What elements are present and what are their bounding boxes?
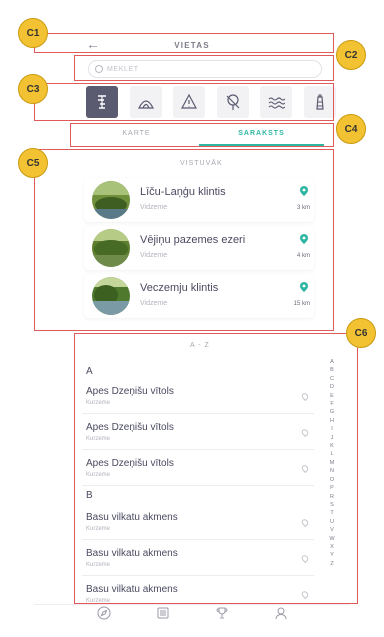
annotation-badge-c1: C1 bbox=[18, 18, 48, 48]
nav-achievements[interactable] bbox=[215, 606, 229, 625]
annotation-box-c6 bbox=[74, 333, 358, 604]
annotation-box-c4 bbox=[70, 123, 334, 147]
bottom-navigation bbox=[34, 604, 350, 626]
nav-list[interactable] bbox=[156, 606, 170, 625]
annotation-badge-c2: C2 bbox=[336, 40, 366, 70]
annotation-badge-c4: C4 bbox=[336, 114, 366, 144]
list-icon bbox=[157, 607, 168, 619]
nav-profile[interactable] bbox=[274, 606, 288, 625]
annotation-box-c2 bbox=[74, 55, 334, 81]
annotation-box-c3 bbox=[34, 83, 334, 121]
annotation-badge-c3: C3 bbox=[18, 74, 48, 104]
annotation-box-c5 bbox=[34, 149, 334, 331]
compass-icon bbox=[97, 606, 110, 620]
trophy-icon bbox=[216, 607, 227, 619]
annotation-badge-c5: C5 bbox=[18, 148, 48, 178]
nav-explore[interactable] bbox=[97, 606, 111, 625]
annotation-box-c1 bbox=[34, 33, 334, 53]
annotation-badge-c6: C6 bbox=[346, 318, 376, 348]
user-icon bbox=[275, 607, 286, 620]
